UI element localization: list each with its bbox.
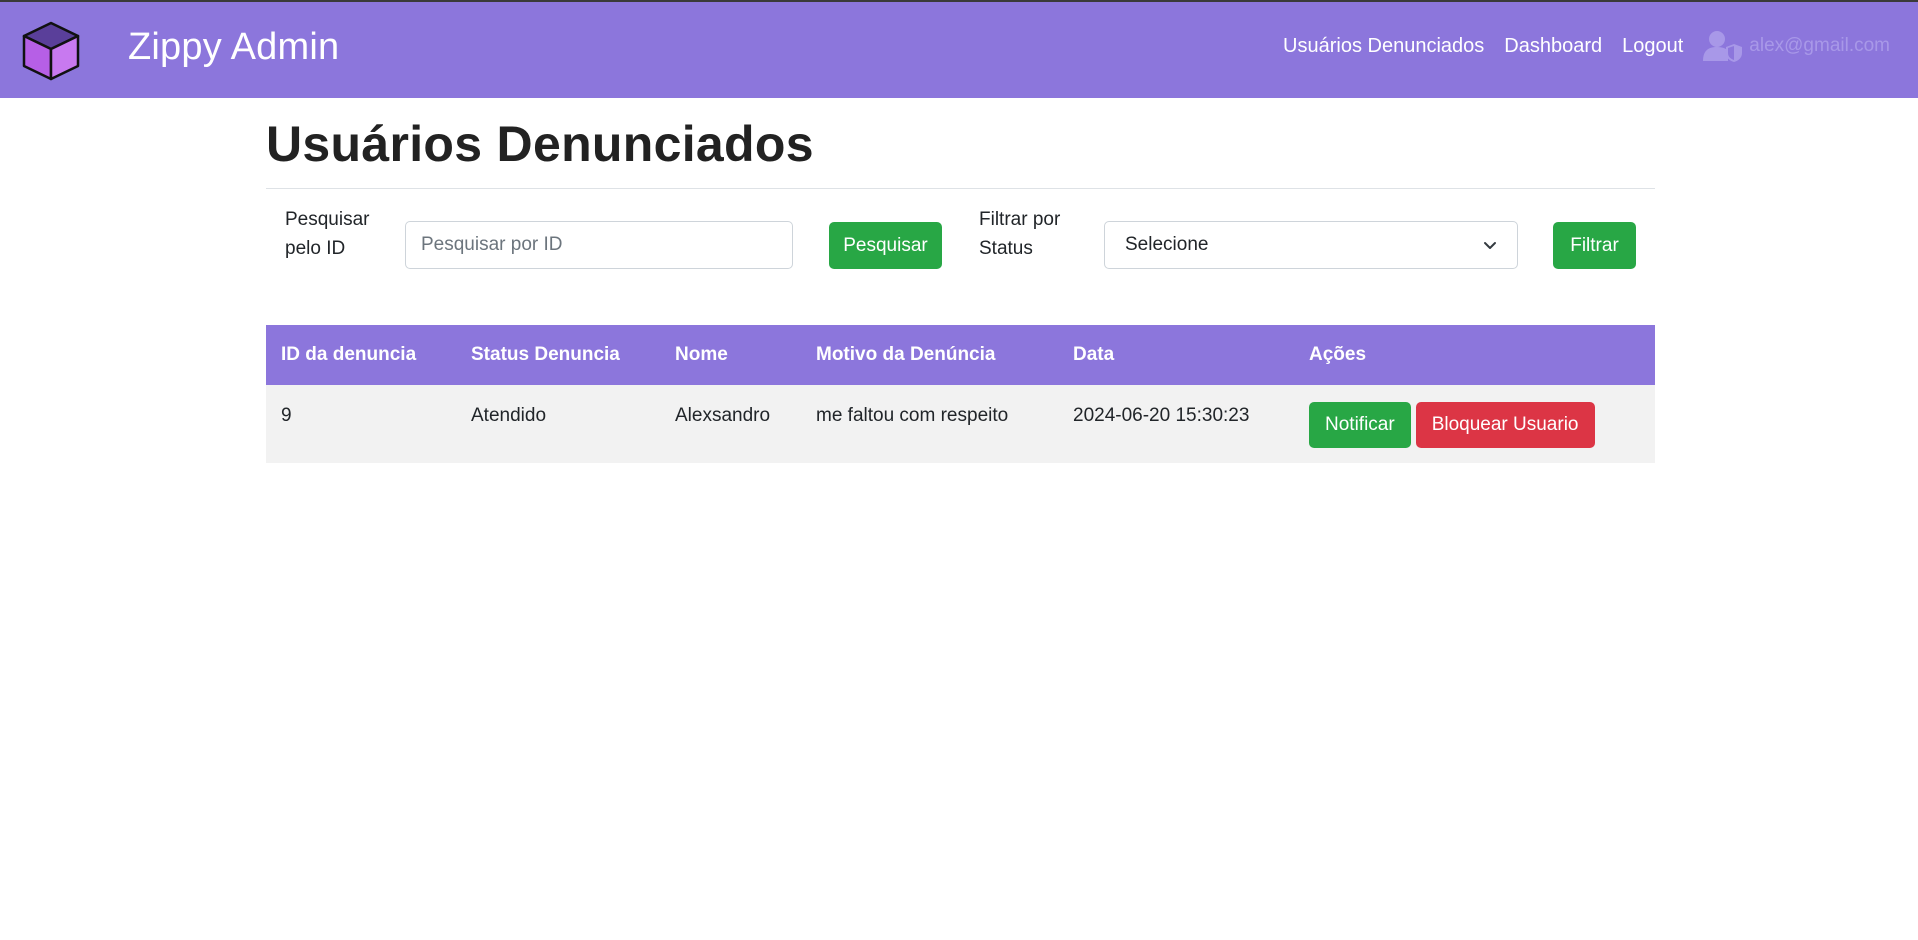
cube-icon[interactable] <box>20 20 82 82</box>
cell-data: 2024-06-20 15:30:23 <box>1073 405 1250 426</box>
status-filter-label: Filtrar por Status <box>979 209 1061 259</box>
col-header-acoes: Ações <box>1309 344 1367 365</box>
user-email: alex@gmail.com <box>1749 35 1890 56</box>
block-user-button[interactable]: Bloquear Usuario <box>1415 402 1595 448</box>
nav-links: Usuários Denunciados Dashboard Logout al… <box>1263 28 1890 64</box>
brand-title[interactable]: Zippy Admin <box>128 22 339 72</box>
cell-motivo: me faltou com respeito <box>816 405 1009 426</box>
search-button[interactable]: Pesquisar <box>829 222 942 269</box>
user-shield-icon <box>1703 31 1743 62</box>
nav-link-logout[interactable]: Logout <box>1622 35 1683 58</box>
cell-status: Atendido <box>471 405 547 426</box>
reports-table: ID da denuncia Status Denuncia Nome Moti… <box>266 325 1655 463</box>
search-label: Pesquisar pelo ID <box>285 209 370 259</box>
col-header-status: Status Denuncia <box>471 344 620 365</box>
col-header-data: Data <box>1073 344 1115 365</box>
nav-link-dashboard[interactable]: Dashboard <box>1504 35 1602 58</box>
filter-button[interactable]: Filtrar <box>1553 222 1636 269</box>
status-select-value: Selecione <box>1125 234 1209 255</box>
status-select[interactable]: Selecione <box>1104 221 1518 269</box>
nav-user[interactable]: alex@gmail.com <box>1703 30 1890 62</box>
cell-id: 9 <box>281 405 292 426</box>
search-input[interactable] <box>405 221 793 269</box>
table-row: 9 Atendido Alexsandro me faltou com resp… <box>266 385 1655 463</box>
table-header: ID da denuncia Status Denuncia Nome Moti… <box>266 325 1655 385</box>
navbar: Zippy Admin Usuários Denunciados Dashboa… <box>0 2 1918 98</box>
cell-actions: Notificar Bloquear Usuario <box>1294 385 1655 448</box>
nav-link-usuarios-denunciados[interactable]: Usuários Denunciados <box>1283 35 1484 58</box>
col-header-nome: Nome <box>675 344 728 365</box>
page-title: Usuários Denunciados <box>266 116 814 172</box>
chevron-down-icon <box>1484 242 1496 249</box>
main-content: Usuários Denunciados Pesquisar pelo ID P… <box>266 98 1655 463</box>
notify-button[interactable]: Notificar <box>1309 402 1411 448</box>
filter-bar: Pesquisar pelo ID Pesquisar Filtrar por … <box>266 189 1655 299</box>
col-header-id: ID da denuncia <box>281 344 417 365</box>
cell-nome: Alexsandro <box>675 405 771 426</box>
col-header-motivo: Motivo da Denúncia <box>816 344 996 365</box>
